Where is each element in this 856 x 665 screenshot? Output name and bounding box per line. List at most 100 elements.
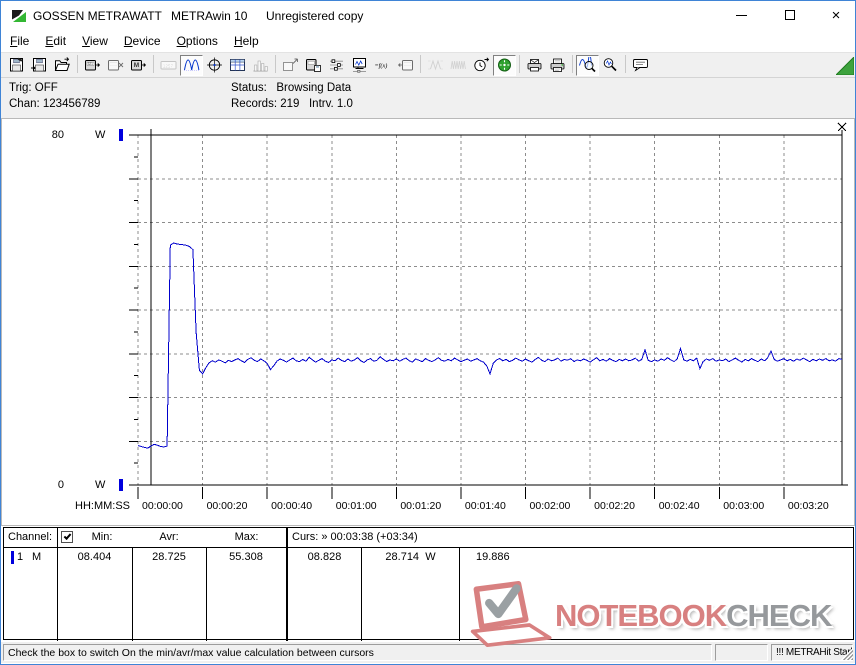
resize-grip[interactable]: [841, 648, 853, 660]
digital-display-view-button: 1257: [157, 55, 180, 76]
read-device-button[interactable]: 321: [81, 55, 104, 76]
col-header-min: Min:: [91, 531, 113, 543]
y-axis-unit-bottom: W: [95, 479, 106, 491]
app-window: GOSSEN METRAWATT METRAwin 10 Unregistere…: [0, 0, 856, 665]
y-axis-unit-top: W: [95, 129, 106, 141]
status-bar: Check the box to switch On the min/avr/m…: [1, 642, 855, 663]
value-max: 55.308: [229, 551, 263, 563]
wave-compress-button: [424, 55, 447, 76]
channel-number: 1: [17, 551, 24, 563]
trigger-status: Trig: OFF: [9, 82, 58, 94]
chart-panel: 80 W 0 W HH:MM:SS 00:00:00 00:00:20 00:00:…: [1, 118, 855, 526]
status-panel: Trig: OFF Chan: 123456789 Status: Browsi…: [1, 78, 855, 118]
x-tick-label: 00:00:00: [142, 500, 183, 512]
value-cursor1: 08.828: [307, 551, 342, 563]
toolbar-separator: [516, 55, 523, 75]
crosshair-view-button[interactable]: [203, 55, 226, 76]
col-header-channel: Channel:: [8, 531, 53, 543]
toolbar-separator: [622, 55, 629, 75]
power-trace: [137, 242, 843, 449]
channel-list: Chan: 123456789: [9, 98, 101, 110]
resize-corner-icon: [834, 55, 855, 78]
send-device-button: [394, 55, 417, 76]
svg-text:321: 321: [88, 62, 94, 66]
checkmark-icon: [63, 532, 72, 540]
save-to-device-button[interactable]: [302, 55, 325, 76]
title-product-name: METRAwin 10: [171, 9, 248, 23]
x-tick-label: 00:02:00: [529, 500, 571, 512]
chart-plot[interactable]: [2, 119, 854, 525]
channel-config-button[interactable]: [325, 55, 348, 76]
minimize-button[interactable]: [726, 4, 756, 26]
toolbar-separator: [74, 55, 81, 75]
col-header-cursor: Curs: » 00:03:38 (+03:34): [292, 531, 418, 543]
y-axis-max-label: 80: [51, 129, 64, 141]
zoom-button[interactable]: [599, 55, 622, 76]
svg-text:=f(x): =f(x): [375, 63, 388, 70]
bar-view-button: [249, 55, 272, 76]
toolbar: 321 M 1257 =f(x): [1, 52, 855, 78]
value-cursor2: 28.714 W: [385, 551, 436, 563]
menu-options[interactable]: Options: [169, 32, 226, 50]
col-header-avr: Avr:: [159, 531, 179, 543]
channel1-range-marker-bottom[interactable]: [119, 479, 123, 491]
value-delta: 19.886: [476, 551, 510, 563]
zoom-curve-button[interactable]: [576, 54, 599, 76]
save-selection-button[interactable]: [28, 55, 51, 76]
x-tick-label: 00:01:40: [464, 500, 506, 512]
monitor-button[interactable]: [348, 55, 371, 76]
channel1-color-bar: [11, 551, 14, 564]
toolbar-separator: [272, 55, 279, 75]
open-button[interactable]: [51, 55, 74, 76]
menu-edit[interactable]: Edit: [37, 32, 74, 50]
formula-button[interactable]: =f(x): [371, 55, 394, 76]
svg-text:M: M: [134, 62, 139, 69]
notes-button[interactable]: [629, 55, 652, 76]
menu-file[interactable]: File: [2, 32, 37, 50]
print-report-button[interactable]: [523, 55, 546, 76]
menu-help[interactable]: Help: [226, 32, 267, 50]
x-tick-label: 00:03:20: [787, 500, 829, 512]
x-tick-label: 00:00:20: [206, 500, 248, 512]
channel-mode: M: [32, 551, 42, 563]
x-tick-label: 00:01:00: [335, 500, 377, 512]
menu-device[interactable]: Device: [116, 32, 169, 50]
save-button[interactable]: [5, 55, 28, 76]
records-interval: Records: 219 Intrv. 1.0: [231, 98, 353, 110]
chart-view-button[interactable]: [180, 54, 203, 76]
menu-bar: File Edit View Device Options Help: [1, 30, 855, 52]
title-app-name: GOSSEN METRAWATT: [33, 9, 162, 23]
x-axis-label: HH:MM:SS: [75, 500, 130, 512]
table-view-button[interactable]: [226, 55, 249, 76]
export-button: [279, 55, 302, 76]
maximize-icon: [785, 10, 795, 20]
menu-view[interactable]: View: [74, 32, 116, 50]
x-tick-label: 00:03:00: [723, 500, 765, 512]
channel1-range-marker-top[interactable]: [119, 129, 123, 141]
cursor-2[interactable]: [837, 122, 847, 485]
x-tick-label: 00:01:20: [400, 500, 442, 512]
y-axis-min-label: 0: [57, 479, 64, 491]
maximize-button[interactable]: [775, 4, 805, 26]
value-unit: W: [425, 551, 436, 563]
interval-timer-button[interactable]: [493, 54, 516, 76]
read-memory-button[interactable]: M: [127, 55, 150, 76]
close-button[interactable]: ×: [821, 4, 851, 26]
time-sync-button[interactable]: [470, 55, 493, 76]
statusbar-hint: Check the box to switch On the min/avr/m…: [3, 644, 712, 661]
x-tick-label: 00:00:40: [271, 500, 313, 512]
app-logo-icon: [11, 8, 27, 27]
print-button[interactable]: [546, 55, 569, 76]
title-license-status: Unregistered copy: [266, 9, 364, 23]
value-avr: 28.725: [152, 551, 186, 563]
minimize-icon: [735, 14, 747, 16]
title-bar: GOSSEN METRAWATT METRAwin 10 Unregistere…: [1, 1, 855, 30]
wave-expand-button: [447, 55, 470, 76]
close-icon: ×: [831, 6, 841, 24]
statusbar-middle: [715, 644, 768, 661]
col-header-max: Max:: [234, 531, 259, 543]
cursor-table: Channel: Min: Avr: Max: Curs: » 00:03:38…: [3, 527, 854, 641]
clear-device-button: [104, 55, 127, 76]
value-min: 08.404: [77, 551, 112, 563]
x-tick-label: 00:02:40: [658, 500, 700, 512]
